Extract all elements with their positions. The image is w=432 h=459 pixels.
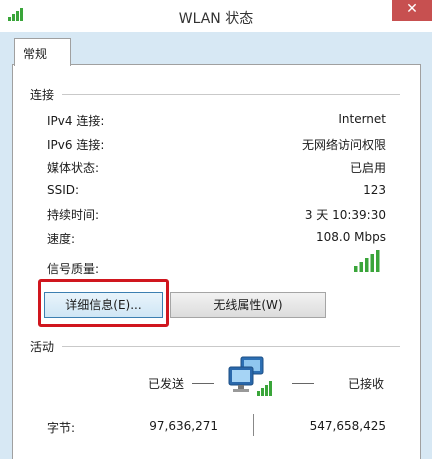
ssid-value: 123 (363, 183, 386, 197)
media-state-label: 媒体状态: (47, 161, 100, 175)
connection-group-divider (62, 94, 400, 95)
bytes-divider (253, 414, 254, 436)
wireless-properties-button[interactable]: 无线属性(W) (170, 292, 326, 318)
duration-label: 持续时间: (47, 208, 100, 222)
speed-label: 速度: (47, 232, 76, 246)
tab-general[interactable]: 常规 (14, 38, 71, 66)
details-button[interactable]: 详细信息(E)... (44, 292, 163, 318)
activity-group-divider (62, 346, 400, 347)
ipv6-value: 无网络访问权限 (301, 138, 386, 152)
signal-strength-icon (354, 250, 380, 272)
sent-connector-line (192, 383, 214, 384)
signal-bar (365, 258, 369, 272)
signal-quality-label: 信号质量: (47, 262, 100, 276)
signal-bar (376, 250, 380, 272)
title-bar[interactable]: WLAN 状态 ✕ (0, 0, 432, 32)
connection-group-title: 连接 (30, 88, 55, 102)
received-connector-line (292, 383, 314, 384)
close-icon: ✕ (406, 1, 418, 17)
network-computers-icon (228, 356, 272, 396)
signal-bar (370, 254, 374, 272)
window-title: WLAN 状态 (178, 11, 254, 27)
wlan-status-window: WLAN 状态 ✕ 常规 连接 IPv4 连接: Internet IPv6 连… (0, 0, 432, 459)
duration-value: 3 天 10:39:30 (304, 208, 386, 222)
close-button[interactable]: ✕ (392, 0, 432, 21)
ssid-label: SSID: (47, 183, 80, 197)
bytes-received-value: 547,658,425 (309, 419, 386, 433)
activity-group-title: 活动 (30, 340, 55, 354)
bytes-sent-value: 97,636,271 (149, 419, 218, 433)
speed-value: 108.0 Mbps (315, 230, 386, 244)
tab-general-label: 常规 (23, 47, 48, 61)
ipv4-value: Internet (338, 112, 386, 126)
media-state-value: 已启用 (349, 161, 386, 175)
ipv6-label: IPv6 连接: (47, 138, 105, 152)
signal-bar (354, 266, 358, 272)
ipv4-label: IPv4 连接: (47, 114, 105, 128)
signal-bar (359, 262, 363, 272)
sent-label: 已发送 (148, 377, 185, 391)
received-label: 已接收 (348, 377, 385, 391)
bytes-label: 字节: (47, 421, 76, 435)
